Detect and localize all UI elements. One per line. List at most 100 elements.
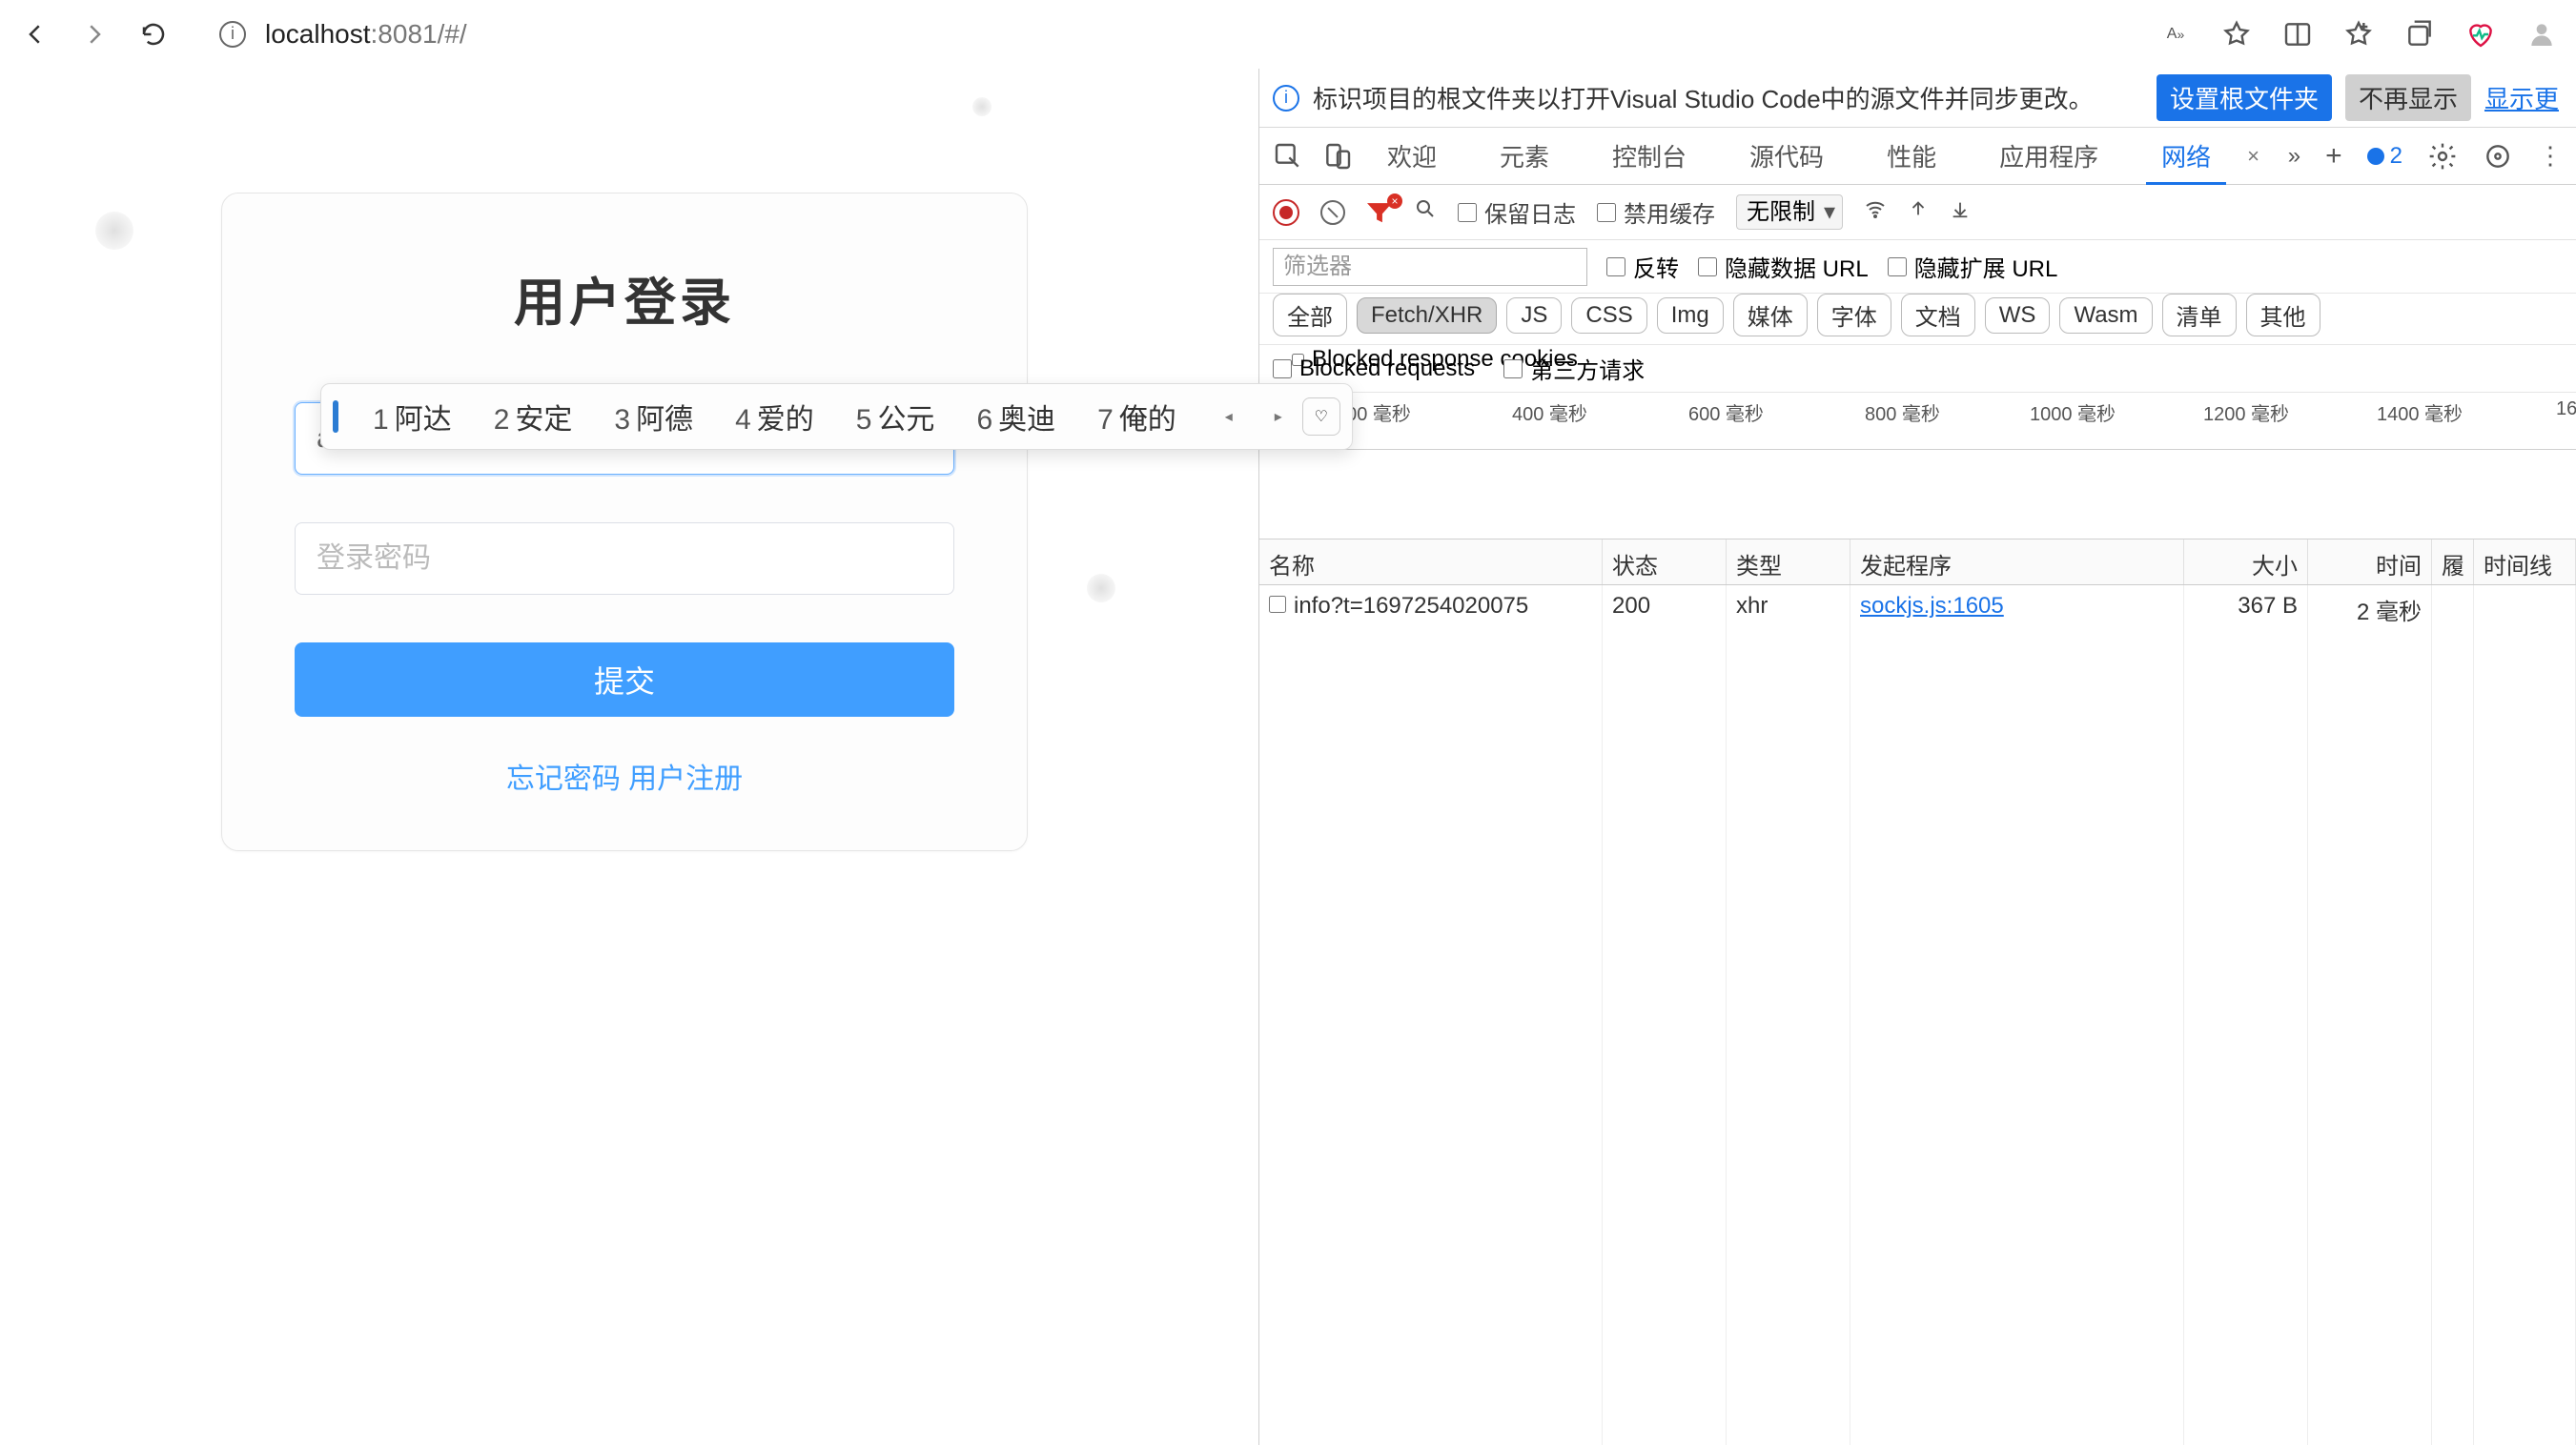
back-button[interactable] bbox=[19, 18, 51, 51]
ime-candidate[interactable]: 5公元 bbox=[835, 396, 956, 438]
tab-网络[interactable]: 网络 bbox=[2146, 127, 2226, 185]
filter-pill-WS[interactable]: WS bbox=[1985, 297, 2051, 334]
address-bar[interactable]: i localhost:8081/#/ bbox=[196, 8, 2134, 61]
filter-pill-媒体[interactable]: 媒体 bbox=[1733, 294, 1808, 336]
filter-pill-Wasm[interactable]: Wasm bbox=[2059, 297, 2152, 334]
network-timeline[interactable]: 200 毫秒400 毫秒600 毫秒800 毫秒1000 毫秒1200 毫秒14… bbox=[1259, 393, 2576, 450]
record-button[interactable] bbox=[1273, 199, 1299, 226]
toolbar-right: A» bbox=[2160, 19, 2557, 50]
tab-元素[interactable]: 元素 bbox=[1484, 127, 1564, 185]
col-seq[interactable]: 履 bbox=[2432, 539, 2474, 584]
col-time[interactable]: 时间 bbox=[2308, 539, 2432, 584]
wifi-icon[interactable] bbox=[1864, 197, 1887, 227]
ime-candidate[interactable]: 6奥迪 bbox=[955, 396, 1076, 438]
star-icon[interactable] bbox=[2221, 19, 2252, 50]
filter-pill-字体[interactable]: 字体 bbox=[1817, 294, 1891, 336]
col-name[interactable]: 名称 bbox=[1259, 539, 1603, 584]
hide-ext-url-checkbox[interactable]: 隐藏扩展 URL bbox=[1888, 250, 2058, 283]
filter-icon[interactable]: × bbox=[1366, 201, 1393, 224]
filter-pill-CSS[interactable]: CSS bbox=[1571, 297, 1646, 334]
ime-candidate[interactable]: 1阿达 bbox=[352, 396, 473, 438]
ime-candidate[interactable]: 4爱的 bbox=[714, 396, 835, 438]
browser-toolbar: i localhost:8081/#/ A» bbox=[0, 0, 2576, 69]
filter-pill-其他[interactable]: 其他 bbox=[2246, 294, 2320, 336]
notice-text: 标识项目的根文件夹以打开Visual Studio Code中的源文件并同步更改… bbox=[1313, 80, 2143, 115]
login-card: 用户登录 提交 忘记密码 用户注册 bbox=[221, 193, 1028, 851]
reload-button[interactable] bbox=[137, 18, 170, 51]
network-extra-filters: Blocked requests 第三方请求 bbox=[1259, 345, 2576, 393]
timeline-tick: 1200 毫秒 bbox=[2203, 398, 2289, 426]
forgot-password-link[interactable]: 忘记密码 bbox=[506, 763, 621, 795]
password-input[interactable] bbox=[295, 522, 954, 595]
timeline-overview[interactable] bbox=[1259, 450, 2576, 539]
table-row[interactable]: info?t=1697254020075200xhrsockjs.js:1605… bbox=[1259, 585, 2576, 631]
profile-icon[interactable] bbox=[2526, 19, 2557, 50]
favorites-icon[interactable] bbox=[2343, 19, 2374, 50]
table-header: 名称 状态 类型 发起程序 大小 时间 履 时间线 bbox=[1259, 539, 2576, 585]
preserve-log-checkbox[interactable]: 保留日志 bbox=[1458, 195, 1576, 229]
ime-candidate[interactable]: 3阿德 bbox=[593, 396, 714, 438]
split-screen-icon[interactable] bbox=[2282, 19, 2313, 50]
tab-源代码[interactable]: 源代码 bbox=[1734, 127, 1839, 185]
site-info-icon[interactable]: i bbox=[219, 21, 246, 48]
login-links: 忘记密码 用户注册 bbox=[295, 755, 954, 797]
devtools-menu-icon[interactable]: ⋮ bbox=[2538, 141, 2563, 171]
tab-欢迎[interactable]: 欢迎 bbox=[1372, 127, 1452, 185]
page-viewport: 用户登录 提交 忘记密码 用户注册 1阿达2安定3阿德4爱的5公元6奥迪7俺的 … bbox=[0, 69, 1258, 1445]
filter-pill-Fetch/XHR[interactable]: Fetch/XHR bbox=[1357, 297, 1497, 334]
col-initiator[interactable]: 发起程序 bbox=[1850, 539, 2184, 584]
ime-favorite-icon[interactable]: ♡ bbox=[1302, 397, 1340, 436]
close-tab-icon[interactable]: × bbox=[2247, 144, 2259, 169]
filter-pill-Img[interactable]: Img bbox=[1657, 297, 1724, 334]
more-tabs-icon[interactable]: » bbox=[2288, 143, 2300, 170]
messages-badge[interactable]: 2 bbox=[2367, 143, 2402, 170]
blocked-requests-checkbox[interactable]: Blocked requests bbox=[1273, 356, 1475, 382]
filter-pill-JS[interactable]: JS bbox=[1506, 297, 1562, 334]
filter-pill-清单[interactable]: 清单 bbox=[2162, 294, 2237, 336]
invert-checkbox[interactable]: 反转 bbox=[1606, 250, 1679, 283]
register-link[interactable]: 用户注册 bbox=[628, 763, 743, 795]
decoration bbox=[95, 212, 133, 250]
col-size[interactable]: 大小 bbox=[2184, 539, 2308, 584]
tab-应用程序[interactable]: 应用程序 bbox=[1984, 127, 2114, 185]
device-toggle-icon[interactable] bbox=[1322, 141, 1353, 172]
ime-candidate[interactable]: 2安定 bbox=[473, 396, 594, 438]
network-table: 名称 状态 类型 发起程序 大小 时间 履 时间线 info?t=1697254… bbox=[1259, 539, 2576, 1445]
disable-cache-checkbox[interactable]: 禁用缓存 bbox=[1597, 195, 1715, 229]
submit-button[interactable]: 提交 bbox=[295, 642, 954, 717]
hide-data-url-checkbox[interactable]: 隐藏数据 URL bbox=[1698, 250, 1869, 283]
devtools-settings-icon[interactable] bbox=[2483, 141, 2513, 172]
filter-input[interactable] bbox=[1273, 248, 1587, 286]
read-aloud-icon[interactable]: A» bbox=[2160, 19, 2191, 50]
settings-gear-icon[interactable] bbox=[2427, 141, 2458, 172]
show-more-link[interactable]: 显示更 bbox=[2484, 80, 2559, 115]
collections-icon[interactable] bbox=[2404, 19, 2435, 50]
col-waterfall[interactable]: 时间线 bbox=[2474, 539, 2576, 584]
timeline-tick: 600 毫秒 bbox=[1688, 398, 1764, 426]
clear-button[interactable] bbox=[1320, 200, 1345, 225]
third-party-checkbox[interactable]: 第三方请求 bbox=[1503, 352, 1645, 385]
ime-prev-icon[interactable]: ◂ bbox=[1215, 407, 1243, 426]
select-element-icon[interactable] bbox=[1273, 141, 1303, 172]
health-icon[interactable] bbox=[2465, 19, 2496, 50]
initiator-link[interactable]: sockjs.js:1605 bbox=[1860, 593, 2004, 619]
search-icon[interactable] bbox=[1414, 197, 1437, 227]
upload-icon[interactable] bbox=[1908, 198, 1929, 226]
timeline-tick: 400 毫秒 bbox=[1512, 398, 1587, 426]
filter-pill-全部[interactable]: 全部 bbox=[1273, 294, 1347, 336]
network-toolbar: × 保留日志 禁用缓存 无限制 bbox=[1259, 185, 2576, 240]
tab-控制台[interactable]: 控制台 bbox=[1597, 127, 1702, 185]
network-type-pills: 全部Fetch/XHRJSCSSImg媒体字体文档WSWasm清单其他Block… bbox=[1259, 294, 2576, 345]
dismiss-button[interactable]: 不再显示 bbox=[2345, 74, 2471, 121]
filter-pill-文档[interactable]: 文档 bbox=[1901, 294, 1975, 336]
throttle-select[interactable]: 无限制 bbox=[1736, 194, 1843, 230]
ime-next-icon[interactable]: ▸ bbox=[1264, 407, 1293, 426]
tab-性能[interactable]: 性能 bbox=[1871, 127, 1952, 185]
col-type[interactable]: 类型 bbox=[1727, 539, 1850, 584]
col-status[interactable]: 状态 bbox=[1603, 539, 1727, 584]
set-root-button[interactable]: 设置根文件夹 bbox=[2157, 74, 2332, 121]
new-tab-icon[interactable]: + bbox=[2325, 140, 2342, 173]
forward-button[interactable] bbox=[78, 18, 111, 51]
download-icon[interactable] bbox=[1950, 198, 1971, 226]
ime-candidate[interactable]: 7俺的 bbox=[1076, 396, 1197, 438]
